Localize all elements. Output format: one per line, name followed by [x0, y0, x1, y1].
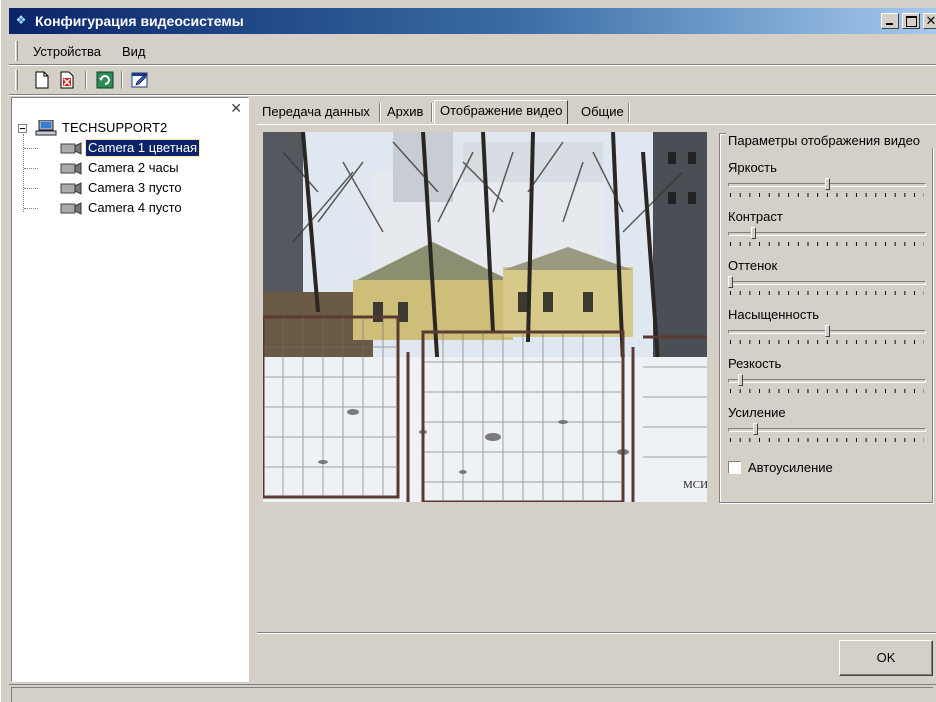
- toolbar-separator: [121, 71, 123, 89]
- video-display-panel: МСИ Параметры отображения видео Яркость …: [257, 124, 936, 630]
- edit-button[interactable]: [131, 71, 149, 89]
- brightness-ticks: [730, 193, 924, 197]
- tree-item-camera-1[interactable]: Camera 1 цветная: [16, 139, 236, 158]
- tree-connector: [24, 148, 38, 149]
- saturation-thumb[interactable]: [824, 325, 830, 337]
- delete-icon: [60, 71, 74, 89]
- delete-button[interactable]: [58, 71, 76, 89]
- menu-bar: Устройства Вид: [9, 38, 936, 64]
- camera-icon: [60, 142, 82, 155]
- autogain-checkbox[interactable]: [728, 461, 741, 474]
- close-button[interactable]: ✕: [923, 13, 936, 29]
- tab-divider: [379, 103, 381, 122]
- menu-view[interactable]: Вид: [122, 44, 146, 59]
- application-window: ❖ Конфигурация видеосистемы ✕ Устройства…: [0, 0, 936, 702]
- gain-ticks: [730, 438, 924, 442]
- tree-item-camera-3[interactable]: Camera 3 пусто: [16, 180, 236, 198]
- tab-data-transfer[interactable]: Передача данных: [257, 102, 375, 124]
- hue-label: Оттенок: [728, 258, 778, 273]
- tab-archive[interactable]: Архив: [382, 102, 428, 124]
- slider-hue[interactable]: Оттенок: [726, 258, 928, 304]
- toolbar: [9, 66, 936, 94]
- slider-brightness[interactable]: Яркость: [726, 160, 928, 206]
- camera-icon: [60, 202, 82, 215]
- toolbar-separator: [85, 71, 87, 89]
- camera-label: Camera 3 пусто: [88, 180, 182, 195]
- dialog-separator: [257, 632, 936, 634]
- tree-connector: [24, 208, 38, 209]
- hue-ticks: [730, 291, 924, 295]
- minimize-button[interactable]: [881, 13, 899, 29]
- hue-thumb[interactable]: [728, 276, 733, 288]
- tree-root-server[interactable]: TECHSUPPORT2: [16, 120, 236, 138]
- camera-label: Camera 2 часы: [88, 160, 179, 175]
- device-tree-pane: ✕ TECHSUPPORT2 Camera 1 цветная Camera 2…: [11, 97, 249, 682]
- tree-connector: [24, 188, 38, 189]
- collapse-icon[interactable]: [18, 124, 27, 133]
- maximize-button[interactable]: [902, 13, 920, 29]
- autogain-checkbox-row[interactable]: Автоусиление: [728, 460, 928, 476]
- saturation-label: Насыщенность: [728, 307, 820, 322]
- title-bar[interactable]: ❖ Конфигурация видеосистемы ✕: [9, 8, 936, 34]
- slider-sharpness[interactable]: Резкость: [726, 356, 928, 402]
- sharpness-thumb[interactable]: [737, 374, 743, 386]
- slider-contrast[interactable]: Контраст: [726, 209, 928, 255]
- edit-icon: [131, 72, 148, 88]
- brightness-thumb[interactable]: [824, 178, 830, 190]
- pane-close-icon[interactable]: ✕: [230, 101, 242, 115]
- autogain-label: Автоусиление: [748, 460, 833, 475]
- tree-connector: [24, 168, 38, 169]
- saturation-ticks: [730, 340, 924, 344]
- minimize-icon: [882, 14, 898, 28]
- camera-icon: [60, 182, 82, 195]
- tab-divider: [628, 103, 630, 122]
- slider-saturation[interactable]: Насыщенность: [726, 307, 928, 353]
- display-parameters-group: Параметры отображения видео Яркость Конт…: [719, 133, 936, 503]
- new-button[interactable]: [33, 71, 51, 89]
- server-name: TECHSUPPORT2: [62, 120, 168, 135]
- close-icon: ✕: [925, 13, 936, 28]
- status-panel: [11, 687, 933, 702]
- tree-item-camera-4[interactable]: Camera 4 пусто: [16, 200, 236, 218]
- sharpness-track[interactable]: [728, 379, 926, 383]
- tab-general[interactable]: Общие: [576, 102, 629, 124]
- toolbar-grip[interactable]: [15, 70, 18, 90]
- camera-label: Camera 1 цветная: [84, 139, 201, 157]
- sharpness-label: Резкость: [728, 356, 782, 371]
- menu-devices[interactable]: Устройства: [33, 44, 101, 59]
- window-title: Конфигурация видеосистемы: [35, 13, 244, 29]
- slider-gain[interactable]: Усиление: [726, 405, 928, 451]
- video-watermark: МСИ: [683, 479, 707, 491]
- tab-video-display[interactable]: Отображение видео: [434, 100, 569, 124]
- new-document-icon: [35, 71, 49, 89]
- maximize-icon: [903, 14, 919, 28]
- brightness-label: Яркость: [728, 160, 777, 175]
- contrast-label: Контраст: [728, 209, 783, 224]
- gain-label: Усиление: [728, 405, 786, 420]
- tab-divider: [431, 103, 433, 122]
- ok-button[interactable]: OK: [839, 640, 933, 676]
- tab-strip: Передача данных Архив Отображение видео …: [257, 100, 936, 124]
- toolbar-separator-line: [9, 94, 936, 96]
- sharpness-ticks: [730, 389, 924, 393]
- parameters-group-title: Параметры отображения видео: [726, 133, 936, 148]
- video-preview: МСИ: [263, 132, 707, 502]
- app-icon: ❖: [15, 13, 27, 27]
- menubar-grip[interactable]: [15, 41, 18, 61]
- computer-icon: [35, 120, 57, 136]
- gain-thumb[interactable]: [753, 423, 759, 435]
- contrast-track[interactable]: [728, 232, 926, 236]
- tree-item-camera-2[interactable]: Camera 2 часы: [16, 160, 236, 178]
- hue-track[interactable]: [728, 281, 926, 285]
- refresh-button[interactable]: [96, 71, 114, 89]
- camera-snapshot: МСИ: [263, 132, 707, 502]
- camera-icon: [60, 162, 82, 175]
- contrast-thumb[interactable]: [751, 227, 757, 239]
- contrast-ticks: [730, 242, 924, 246]
- camera-label: Camera 4 пусто: [88, 200, 182, 215]
- refresh-icon: [96, 71, 114, 89]
- status-bar: [9, 684, 936, 702]
